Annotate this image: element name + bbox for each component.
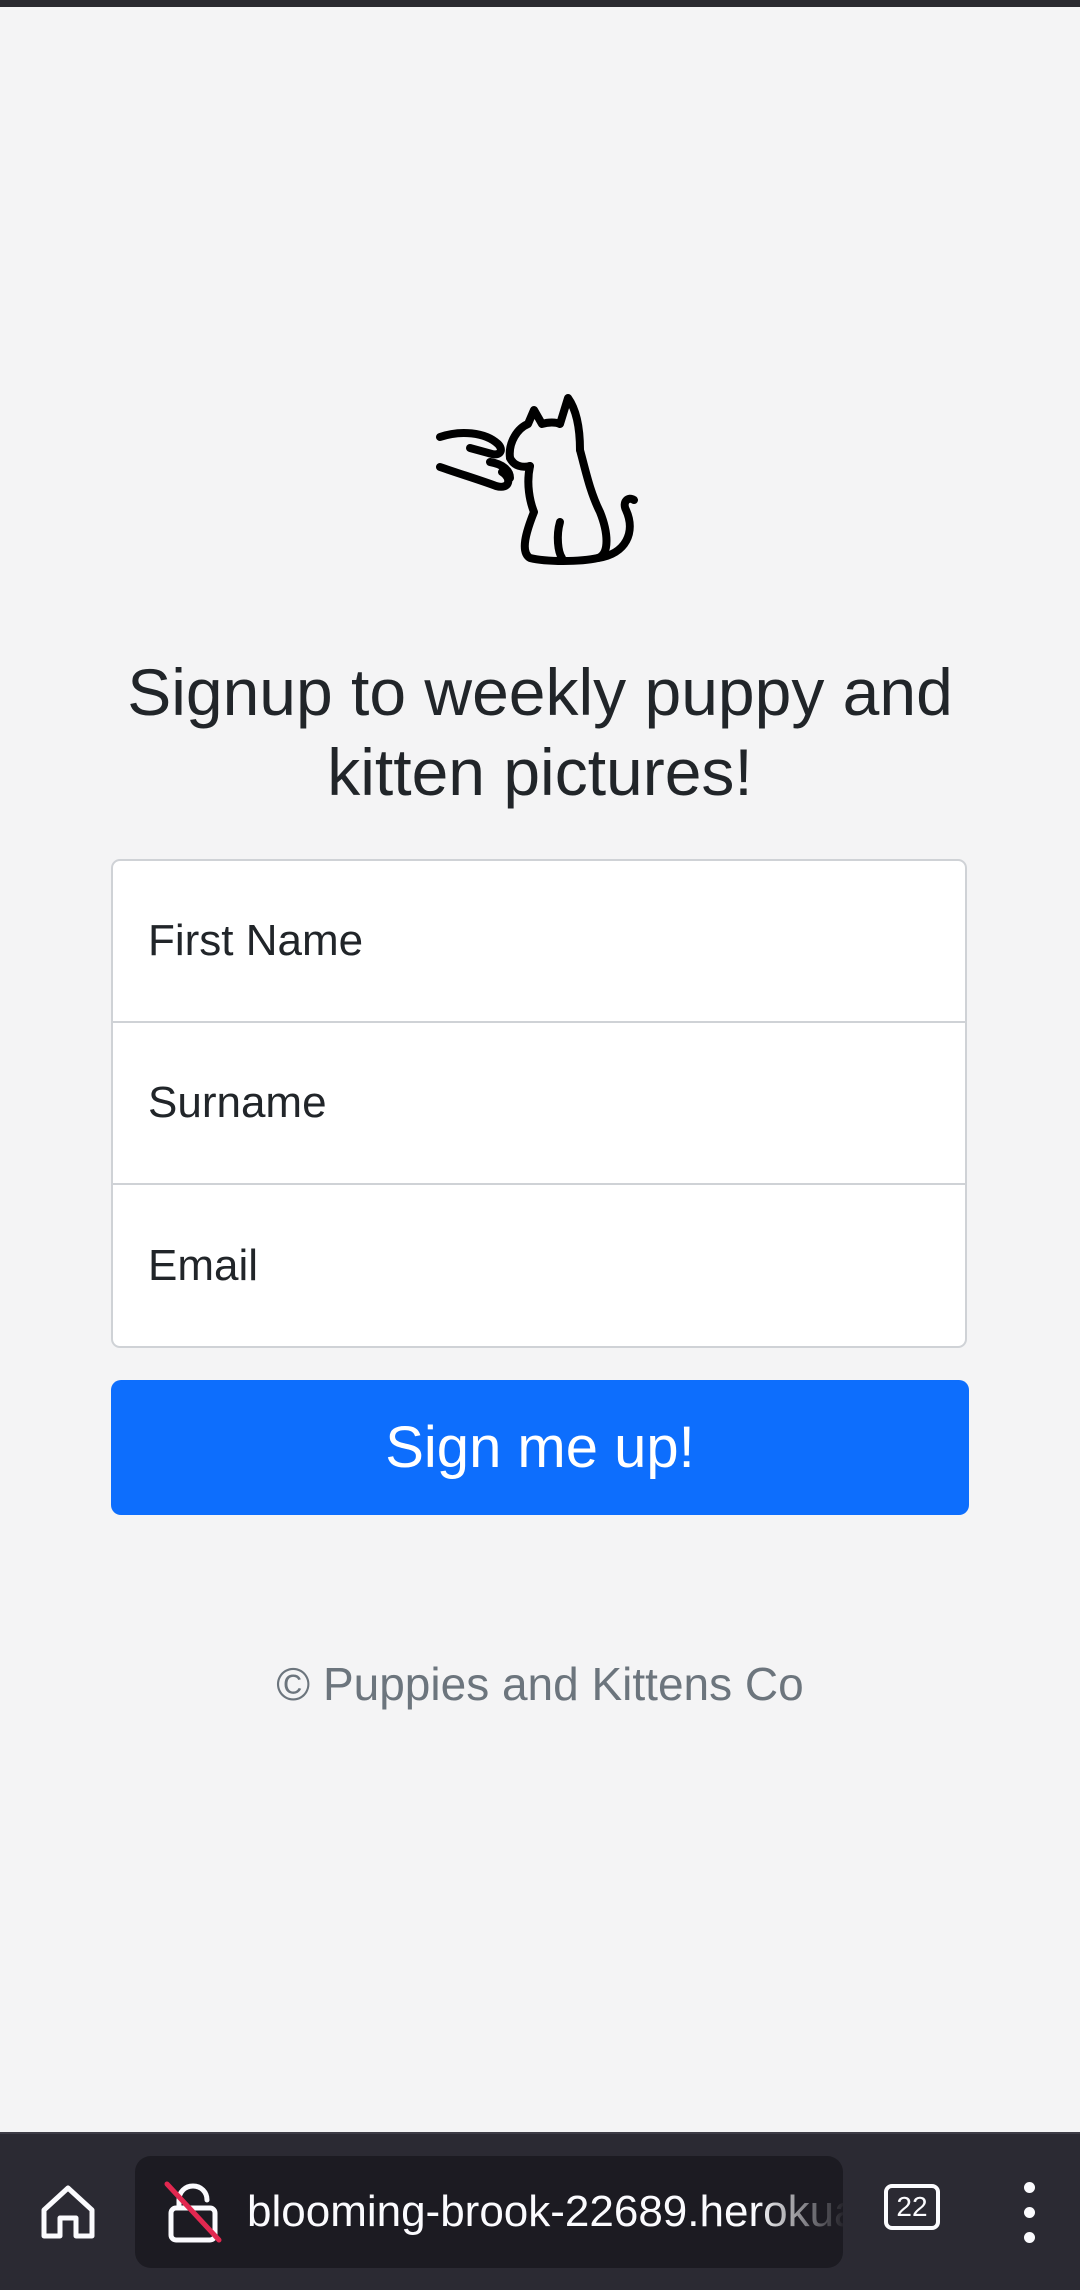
browser-toolbar: blooming-brook-22689.herokuapp.com 22 xyxy=(0,2132,1080,2290)
first-name-input[interactable] xyxy=(113,861,965,1021)
email-input[interactable] xyxy=(113,1185,965,1346)
hand-petting-cat-icon xyxy=(436,394,638,565)
status-strip xyxy=(0,0,1080,7)
signup-form xyxy=(111,859,967,1348)
insecure-lock-icon xyxy=(164,2181,222,2243)
signup-page: Signup to weekly puppy and kitten pictur… xyxy=(0,7,1080,2132)
url-text: blooming-brook-22689.herokuapp.com xyxy=(247,2187,843,2236)
first-name-field-wrapper xyxy=(113,861,965,1023)
surname-field-wrapper xyxy=(113,1023,965,1185)
address-bar[interactable]: blooming-brook-22689.herokuapp.com xyxy=(135,2156,843,2268)
tabs-counter-button[interactable]: 22 xyxy=(884,2184,940,2230)
page-title: Signup to weekly puppy and kitten pictur… xyxy=(127,655,953,809)
home-icon xyxy=(41,2185,95,2239)
surname-input[interactable] xyxy=(113,1023,965,1183)
sign-me-up-button[interactable]: Sign me up! xyxy=(111,1380,969,1515)
home-button[interactable] xyxy=(30,2174,106,2250)
email-field-wrapper xyxy=(113,1185,965,1346)
menu-icon[interactable] xyxy=(1010,2174,1050,2250)
copyright-footer: © Puppies and Kittens Co xyxy=(276,1658,804,1710)
